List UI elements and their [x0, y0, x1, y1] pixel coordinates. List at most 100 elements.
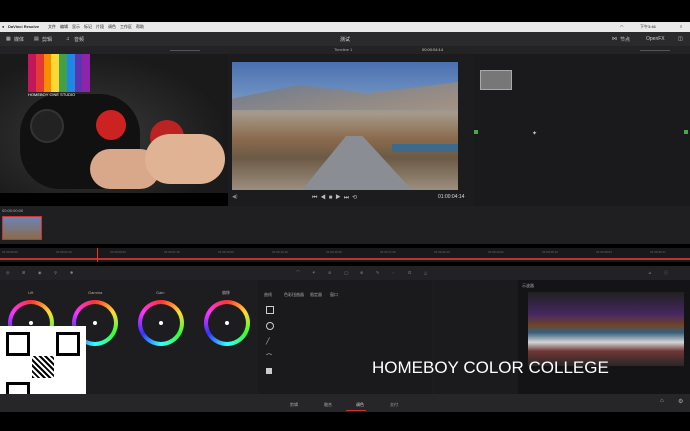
- menu-mark[interactable]: 标记: [84, 24, 92, 30]
- window-icon[interactable]: ◯: [344, 270, 348, 275]
- zoom-slider[interactable]: [170, 50, 200, 51]
- trackball-center: [96, 110, 126, 140]
- qualifier-icon[interactable]: ⊘: [328, 270, 331, 275]
- menu-clip[interactable]: 片段: [96, 24, 104, 30]
- menu-workspace[interactable]: 工作区: [120, 24, 132, 30]
- node-zoom-slider[interactable]: [640, 50, 670, 51]
- ruler-tick: 01:00:02:13: [56, 250, 72, 254]
- panel-tab-warper[interactable]: 色彩扭曲器: [284, 292, 304, 298]
- panel-tab-curves[interactable]: 曲线: [264, 292, 272, 298]
- playhead[interactable]: [97, 248, 98, 262]
- ruler-tick: 01:00:00:00: [2, 250, 18, 254]
- media-pool-icon[interactable]: ▦: [6, 36, 11, 42]
- timeline-name[interactable]: Timeline 1: [334, 47, 352, 52]
- clip-bar: [0, 258, 690, 260]
- nodes-icon[interactable]: ⋈: [612, 36, 617, 42]
- active-page-indicator: [346, 410, 366, 411]
- clips-icon[interactable]: ▤: [34, 36, 39, 42]
- primaries-icon[interactable]: ⊞: [22, 270, 25, 275]
- hand-right: [145, 134, 225, 184]
- camera-overlay: HOMEBOY CINE STUDIO: [0, 54, 228, 193]
- ruler-tick: 01:00:17:22: [380, 250, 396, 254]
- gradient-window-icon[interactable]: [266, 368, 272, 374]
- tab-nodes[interactable]: 节点: [620, 36, 630, 43]
- mountains: [232, 82, 458, 110]
- ruler-tick: 01:00:12:19: [272, 250, 288, 254]
- page-color[interactable]: 调色: [356, 402, 364, 408]
- top-strip: [0, 0, 690, 22]
- clip-timecode: 00:00:00:00: [2, 208, 24, 213]
- page-navigation: 剪辑 融合 调色 交付 ⌂ ⚙: [0, 394, 690, 412]
- resolve-title-bar: ▦ 媒体 ▤ 剪辑 ♫ 音频 测试 ⋈ 节点 OpenFX ◫: [0, 32, 690, 46]
- node-01[interactable]: [480, 70, 512, 90]
- key-icon[interactable]: ⊡: [408, 270, 411, 275]
- wheel-offset[interactable]: [204, 300, 250, 346]
- color-page-lower: Lift Gamma Gain 偏移 曲线 色彩扭曲器 限定器 窗口 ╱ ⌒ 示…: [0, 280, 690, 410]
- tab-audio[interactable]: 音频: [74, 36, 84, 43]
- magic-mask-icon[interactable]: ✎: [376, 270, 379, 275]
- blur-icon[interactable]: ◌: [392, 270, 394, 275]
- circle-window-icon[interactable]: [266, 322, 274, 330]
- panel-tab-window[interactable]: 窗口: [330, 292, 338, 298]
- qr-finder-tl: [6, 332, 30, 356]
- square-window-icon[interactable]: [266, 306, 274, 314]
- ruler-tick: 01:00:30:17: [650, 250, 666, 254]
- clip-thumbnail[interactable]: [2, 216, 42, 240]
- warper-icon[interactable]: ⚘: [312, 270, 316, 275]
- curves-icon[interactable]: ⌒: [296, 270, 300, 276]
- wheel-gain[interactable]: [138, 300, 184, 346]
- linear-window-icon[interactable]: ╱: [266, 338, 270, 345]
- motion-icon[interactable]: ⚲: [54, 270, 57, 275]
- tracker-icon[interactable]: ⊕: [360, 270, 363, 275]
- caption-text: HOMEBOY COLOR COLLEGE: [372, 358, 609, 377]
- menu-list-icon[interactable]: ≡: [680, 24, 682, 29]
- ruler-tick: 01:00:20:12: [434, 250, 450, 254]
- timecode-top: 00:00:04:14: [422, 47, 444, 52]
- clock: 下午3:46: [640, 24, 656, 29]
- wheels-icon[interactable]: ◎: [6, 270, 10, 275]
- rgb-mixer-icon[interactable]: ◉: [38, 270, 42, 275]
- home-icon[interactable]: ⌂: [660, 398, 664, 404]
- ruler-tick: 01:00:15:09: [326, 250, 342, 254]
- scope-icon[interactable]: ⊿: [648, 270, 651, 275]
- viewer-toolbar: Timeline 1 00:00:04:14: [0, 46, 690, 54]
- ruler-tick: 01:00:07:16: [164, 250, 180, 254]
- settings-icon[interactable]: ⚙: [678, 398, 683, 405]
- project-title: 测试: [340, 37, 351, 43]
- audio-icon[interactable]: ◀): [232, 194, 238, 200]
- audio-icon[interactable]: ♫: [66, 36, 70, 42]
- transport-controls[interactable]: ⏮◀■▶⏭⟲: [312, 194, 360, 202]
- tab-media[interactable]: 媒体: [14, 36, 24, 43]
- curve-window-icon[interactable]: ⌒: [266, 352, 272, 361]
- panel-tab-qualifier[interactable]: 限定器: [310, 292, 322, 298]
- cursor-icon: ✦: [532, 131, 538, 137]
- menu-help[interactable]: 帮助: [136, 24, 144, 30]
- tab-openfx[interactable]: OpenFX: [646, 36, 665, 42]
- wifi-icon[interactable]: ◠: [620, 24, 624, 29]
- page-edit[interactable]: 剪辑: [290, 402, 298, 408]
- input-node[interactable]: [474, 130, 478, 134]
- app-name[interactable]: DaVinci Resolve: [8, 24, 39, 29]
- qr-pattern: [32, 356, 54, 378]
- page-deliver[interactable]: 交付: [390, 402, 398, 408]
- apple-icon[interactable]: ●: [2, 24, 4, 29]
- tab-clips[interactable]: 剪辑: [42, 36, 52, 43]
- menu-edit[interactable]: 编辑: [60, 24, 68, 30]
- lake: [392, 144, 458, 152]
- menu-color[interactable]: 调色: [108, 24, 116, 30]
- scope-title: 示波器: [522, 283, 534, 288]
- menu-view[interactable]: 显示: [72, 24, 80, 30]
- menu-file[interactable]: 文件: [48, 24, 56, 30]
- raw-icon[interactable]: ✱: [70, 270, 73, 275]
- trackball-left: [30, 109, 64, 143]
- mac-menu-bar: ● DaVinci Resolve 文件 编辑 显示 标记 片段 调色 工作区 …: [0, 22, 690, 32]
- ruler-tick: 01:00:25:14: [542, 250, 558, 254]
- output-node[interactable]: [684, 130, 688, 134]
- page-fusion[interactable]: 融合: [324, 402, 332, 408]
- mini-timeline[interactable]: 01:00:00:00 01:00:02:13 01:00:05:03 01:0…: [0, 248, 690, 262]
- lightbox-icon[interactable]: ◫: [678, 36, 683, 42]
- info-icon[interactable]: ⓘ: [664, 270, 668, 276]
- sizing-icon[interactable]: △: [424, 270, 427, 275]
- clip-strip: 00:00:00:00: [0, 206, 690, 244]
- palette-toolbar: ◎ ⊞ ◉ ⚲ ✱ ⌒ ⚘ ⊘ ◯ ⊕ ✎ ◌ ⊡ △ ⊿ ⓘ: [0, 266, 690, 280]
